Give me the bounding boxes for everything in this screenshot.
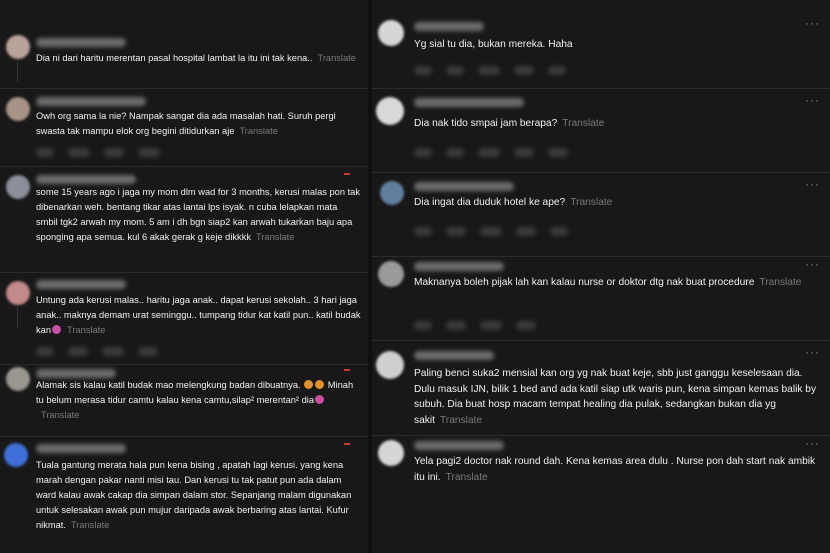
comment-text: Dia ni dari haritu merentan pasal hospit…: [36, 51, 361, 66]
username[interactable]: [36, 175, 136, 184]
translate-link[interactable]: Translate: [239, 126, 277, 136]
avatar[interactable]: [378, 20, 404, 46]
comment-card: Untung ada kerusi malas.. haritu jaga an…: [0, 272, 368, 365]
thread-line: [17, 62, 18, 82]
more-options-icon[interactable]: ···: [805, 93, 820, 107]
comment-card: Owh org sama la nie? Nampak sangat dia a…: [0, 88, 368, 167]
comment-body: some 15 years ago i jaga my mom dlm wad …: [36, 187, 360, 242]
comment-card: some 15 years ago i jaga my mom dlm wad …: [0, 166, 368, 273]
avatar[interactable]: [378, 261, 404, 287]
comment-card: Alamak sis kalau katil budak mao melengk…: [0, 364, 368, 437]
comment-text: Dia ingat dia duduk hotel ke ape? Transla…: [414, 195, 819, 211]
translate-link[interactable]: Translate: [41, 410, 79, 420]
avatar[interactable]: [6, 367, 30, 391]
comment-text: Owh org sama la nie? Nampak sangat dia a…: [36, 109, 361, 139]
username[interactable]: [36, 280, 126, 289]
emoji-icon: [304, 380, 314, 389]
action-row: [36, 343, 172, 361]
more-options-icon[interactable]: ···: [805, 345, 820, 359]
emoji-icon: [52, 325, 61, 334]
left-comment-panel: Dia ni dari haritu merentan pasal hospit…: [0, 0, 368, 553]
avatar[interactable]: [6, 97, 30, 121]
username[interactable]: [414, 351, 494, 360]
action-row: [414, 223, 582, 241]
comment-body: Maknanya boleh pijak lah kan kalau nurse…: [414, 277, 755, 288]
avatar[interactable]: [378, 440, 404, 466]
username[interactable]: [414, 98, 524, 107]
action-row: [414, 62, 580, 80]
comment-body: Dia ni dari haritu merentan pasal hospit…: [36, 53, 313, 63]
comment-text: Paling benci suka2 mensial kan org yg na…: [414, 366, 824, 428]
action-row: [414, 144, 582, 162]
avatar[interactable]: [6, 281, 30, 305]
comment-text: Dia nak tido smpai jam berapa? Translate: [414, 116, 819, 132]
comment-card: Tuala gantung merata hala pun kena bisin…: [0, 436, 368, 553]
more-options-icon[interactable]: ···: [805, 177, 820, 191]
comment-card: Dia ni dari haritu merentan pasal hospit…: [0, 0, 368, 88]
comment-text: Untung ada kerusi malas.. haritu jaga an…: [36, 293, 361, 338]
comment-text: Yela pagi2 doctor nak round dah. Kena ke…: [414, 454, 824, 485]
avatar[interactable]: [376, 97, 404, 125]
avatar[interactable]: [376, 351, 404, 379]
comment-card: ··· Paling benci suka2 mensial kan org y…: [372, 340, 830, 436]
translate-link[interactable]: Translate: [317, 53, 355, 63]
notification-dot: [344, 443, 350, 445]
username[interactable]: [36, 444, 126, 453]
more-options-icon[interactable]: ···: [805, 257, 820, 271]
username[interactable]: [414, 22, 484, 31]
more-options-icon[interactable]: ···: [805, 436, 820, 450]
avatar[interactable]: [6, 35, 30, 59]
comment-body: Dia ingat dia duduk hotel ke ape?: [414, 197, 566, 208]
avatar[interactable]: [380, 181, 404, 205]
translate-link[interactable]: Translate: [570, 197, 612, 208]
username[interactable]: [414, 262, 504, 271]
translate-link[interactable]: Translate: [446, 472, 488, 483]
translate-link[interactable]: Translate: [759, 277, 801, 288]
comment-body: Owh org sama la nie? Nampak sangat dia a…: [36, 111, 336, 136]
comment-card: ··· Dia ingat dia duduk hotel ke ape? Tra…: [372, 172, 830, 257]
more-options-icon[interactable]: ···: [805, 16, 820, 30]
translate-link[interactable]: Translate: [67, 325, 105, 335]
username[interactable]: [36, 97, 146, 106]
emoji-icon: [315, 380, 325, 389]
notification-dot: [344, 173, 350, 175]
comment-body: Alamak sis kalau katil budak mao melengk…: [36, 380, 301, 390]
username[interactable]: [36, 38, 126, 47]
comment-card: ··· Yg sial tu dia, bukan mereka. Haha: [372, 0, 830, 88]
comment-text: Maknanya boleh pijak lah kan kalau nurse…: [414, 275, 819, 291]
comment-body: Yg sial tu dia, bukan mereka. Haha: [414, 39, 573, 50]
thread-line: [17, 307, 18, 329]
comment-text: Alamak sis kalau katil budak mao melengk…: [36, 378, 361, 423]
comment-text: Tuala gantung merata hala pun kena bisin…: [36, 458, 361, 533]
notification-dot: [344, 369, 350, 371]
comment-card: ··· Maknanya boleh pijak lah kan kalau n…: [372, 256, 830, 341]
action-row: [36, 144, 174, 162]
comment-text: some 15 years ago i jaga my mom dlm wad …: [36, 185, 361, 245]
avatar[interactable]: [4, 443, 28, 467]
translate-link[interactable]: Translate: [256, 232, 294, 242]
avatar[interactable]: [6, 175, 30, 199]
username[interactable]: [36, 369, 116, 378]
right-comment-panel: ··· Yg sial tu dia, bukan mereka. Haha ·…: [372, 0, 830, 553]
comment-text: Yg sial tu dia, bukan mereka. Haha: [414, 37, 819, 53]
comment-body: Dia nak tido smpai jam berapa?: [414, 118, 558, 129]
emoji-icon: [315, 395, 325, 404]
action-row: [414, 317, 550, 335]
translate-link[interactable]: Translate: [440, 415, 482, 426]
username[interactable]: [414, 441, 504, 450]
translate-link[interactable]: Translate: [71, 520, 109, 530]
comment-card: ··· Dia nak tido smpai jam berapa? Transl…: [372, 88, 830, 173]
translate-link[interactable]: Translate: [562, 118, 604, 129]
username[interactable]: [414, 182, 514, 191]
comment-card: ··· Yela pagi2 doctor nak round dah. Ken…: [372, 435, 830, 553]
